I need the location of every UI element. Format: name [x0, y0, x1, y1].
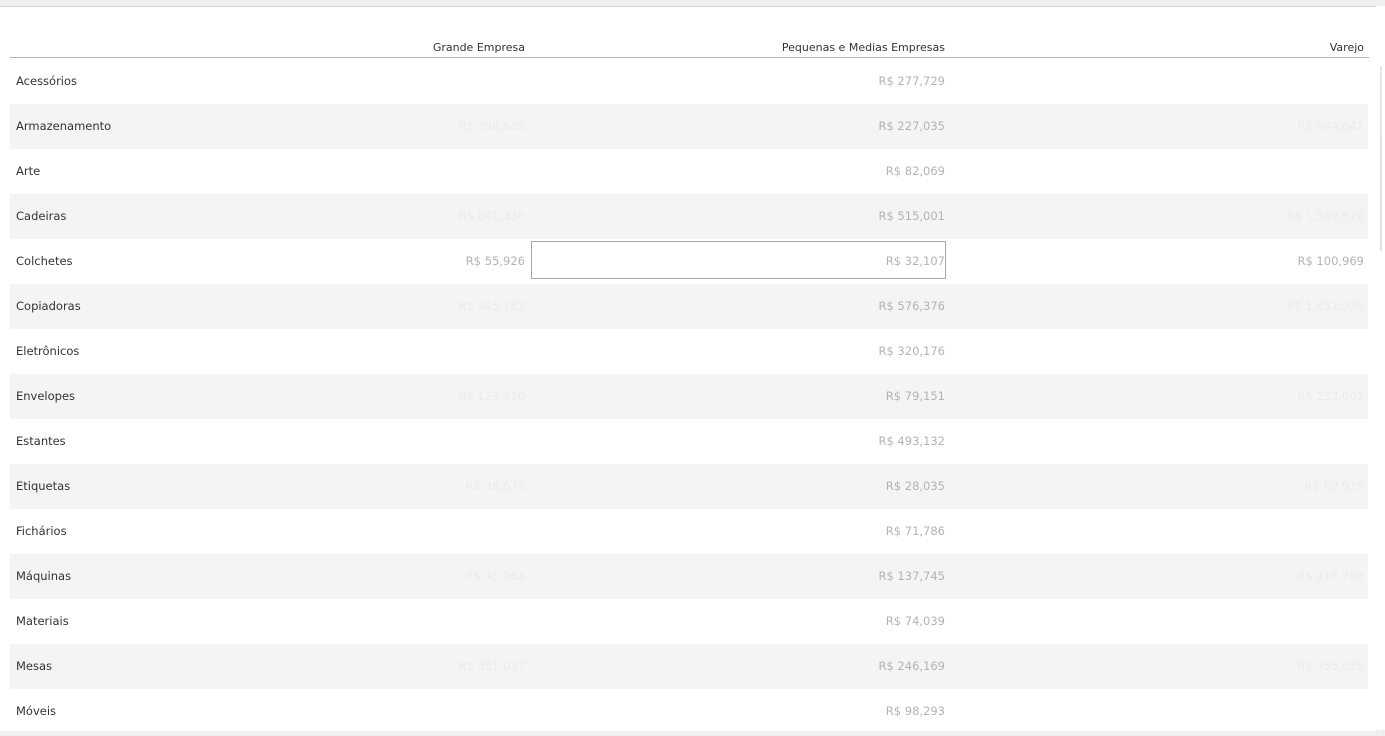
column-header-grande-empresa[interactable]: Grande Empresa	[433, 41, 525, 54]
cell-varejo[interactable]: R$ 100,969	[1297, 239, 1364, 284]
cell-grande[interactable]: R$ 45,263	[466, 554, 525, 599]
column-header-varejo[interactable]: Varejo	[1330, 41, 1364, 54]
selected-cell-highlight	[531, 241, 946, 279]
cell-pequenas[interactable]: R$ 79,151	[886, 374, 945, 419]
table-row: Móveis R$ 98,293	[10, 689, 1368, 731]
cell-grande[interactable]: R$ 945,783	[458, 284, 525, 329]
table-row: Fichários R$ 71,786	[10, 509, 1368, 554]
table-row: Mesas R$ 351,037 R$ 246,169 R$ 755,056	[10, 644, 1368, 689]
table-row: Estantes R$ 493,132	[10, 419, 1368, 464]
table-row: Copiadoras R$ 945,783 R$ 576,376 R$ 1,631,9…	[10, 284, 1368, 329]
cell-grande[interactable]: R$ 129,910	[458, 374, 525, 419]
scrollbar-thumb[interactable]	[1380, 136, 1382, 251]
row-header[interactable]: Eletrônicos	[16, 329, 79, 374]
row-header[interactable]: Armazenamento	[16, 104, 111, 149]
cell-varejo[interactable]: R$ 1,631,939	[1287, 284, 1365, 329]
cell-grande[interactable]: R$ 841,336	[458, 194, 525, 239]
row-header[interactable]: Estantes	[16, 419, 66, 464]
table-row: Arte R$ 82,069	[10, 149, 1368, 194]
cell-pequenas[interactable]: R$ 227,035	[878, 104, 945, 149]
table-row: Eletrônicos R$ 320,176	[10, 329, 1368, 374]
cell-varejo[interactable]: R$ 232,002	[1297, 374, 1364, 419]
table-row: Etiquetas R$ 38,673 R$ 28,035 R$ 69,919	[10, 464, 1368, 509]
cell-pequenas[interactable]: R$ 277,729	[878, 59, 945, 104]
row-header[interactable]: Acessórios	[16, 59, 77, 104]
scrollbar-track-mark	[1380, 66, 1382, 136]
cell-varejo[interactable]: R$ 69,919	[1305, 464, 1364, 509]
row-header[interactable]: Arte	[16, 149, 40, 194]
column-header-row: Grande Empresa Pequenas e Medias Empresa…	[10, 35, 1369, 58]
table-row: Materiais R$ 74,039	[10, 599, 1368, 644]
table-row: Envelopes R$ 129,910 R$ 79,151 R$ 232,002	[10, 374, 1368, 419]
row-header[interactable]: Materiais	[16, 599, 69, 644]
cell-pequenas[interactable]: R$ 320,176	[878, 329, 945, 374]
crosstab-view: Grande Empresa Pequenas e Medias Empresa…	[0, 6, 1377, 731]
cell-pequenas[interactable]: R$ 71,786	[886, 509, 945, 554]
cell-pequenas[interactable]: R$ 493,132	[878, 419, 945, 464]
cell-pequenas[interactable]: R$ 28,035	[886, 464, 945, 509]
cell-grande[interactable]: R$ 55,926	[466, 239, 525, 284]
table-row: Colchetes R$ 55,926 R$ 32,107 R$ 100,969	[10, 239, 1368, 284]
cell-pequenas[interactable]: R$ 515,001	[878, 194, 945, 239]
row-header[interactable]: Móveis	[16, 689, 56, 731]
cell-pequenas[interactable]: R$ 74,039	[886, 599, 945, 644]
row-header[interactable]: Envelopes	[16, 374, 75, 419]
row-header[interactable]: Etiquetas	[16, 464, 70, 509]
cell-pequenas[interactable]: R$ 137,745	[878, 554, 945, 599]
row-header[interactable]: Copiadoras	[16, 284, 81, 329]
cell-pequenas[interactable]: R$ 576,376	[878, 284, 945, 329]
table-row: Cadeiras R$ 841,336 R$ 515,001 R$ 1,559,576	[10, 194, 1368, 239]
cell-grande[interactable]: R$ 351,037	[458, 644, 525, 689]
table-body: Acessórios R$ 277,729 Armazenamento R$ 398,…	[10, 59, 1368, 731]
row-header[interactable]: Mesas	[16, 644, 52, 689]
row-header[interactable]: Fichários	[16, 509, 67, 554]
cell-varejo[interactable]: R$ 755,056	[1297, 644, 1364, 689]
cell-varejo[interactable]: R$ 904,642	[1297, 104, 1364, 149]
column-header-pequenas-medias-empresas[interactable]: Pequenas e Medias Empresas	[782, 41, 945, 54]
table-row: Armazenamento R$ 398,685 R$ 227,035 R$ 904,…	[10, 104, 1368, 149]
cell-pequenas[interactable]: R$ 98,293	[886, 689, 945, 731]
table-row: Máquinas R$ 45,263 R$ 137,745 R$ 216,798	[10, 554, 1368, 599]
cell-grande[interactable]: R$ 38,673	[466, 464, 525, 509]
row-header[interactable]: Cadeiras	[16, 194, 66, 239]
cell-pequenas[interactable]: R$ 246,169	[878, 644, 945, 689]
table-row: Acessórios R$ 277,729	[10, 59, 1368, 104]
row-header[interactable]: Máquinas	[16, 554, 71, 599]
cell-varejo[interactable]: R$ 216,798	[1297, 554, 1364, 599]
vertical-scrollbar[interactable]	[1376, 6, 1385, 730]
cell-varejo[interactable]: R$ 1,559,576	[1287, 194, 1365, 239]
cell-pequenas[interactable]: R$ 82,069	[886, 149, 945, 194]
cell-grande[interactable]: R$ 398,685	[458, 104, 525, 149]
row-header[interactable]: Colchetes	[16, 239, 73, 284]
